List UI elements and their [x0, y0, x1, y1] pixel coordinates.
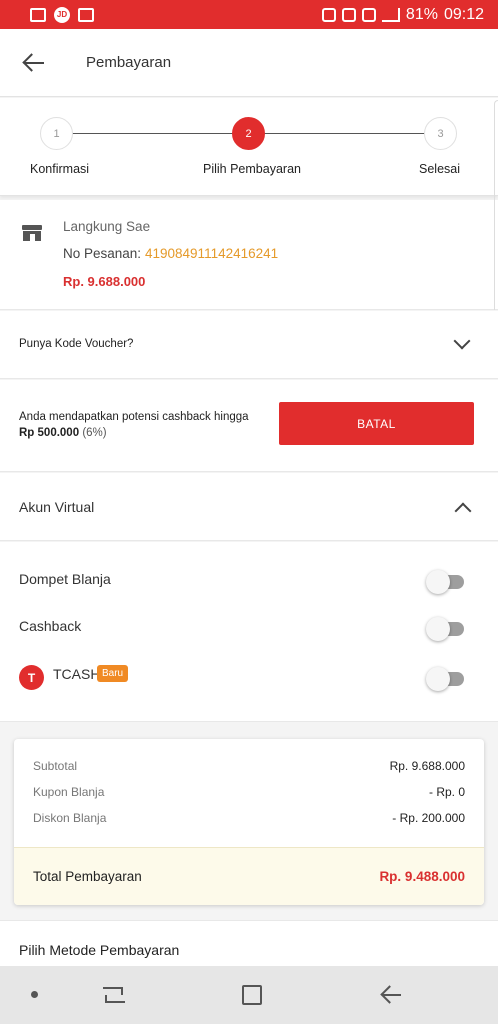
- coupon-value: - Rp. 0: [428, 785, 465, 799]
- recent-apps-icon[interactable]: [103, 985, 125, 1003]
- summary-total-row: Total Pembayaran Rp. 9.488.000: [14, 847, 484, 905]
- new-badge: Baru: [97, 665, 129, 682]
- summary-row-discount: Diskon Blanja - Rp. 200.000: [33, 811, 465, 825]
- total-label: Total Pembayaran: [33, 869, 142, 884]
- voucher-toggle-row[interactable]: Punya Kode Voucher?: [0, 311, 498, 379]
- order-number: 419084911142416241: [145, 246, 279, 261]
- system-icons: 81% 09:12: [321, 5, 484, 24]
- chevron-down-icon[interactable]: [453, 332, 471, 350]
- order-number-label: No Pesanan:: [63, 246, 142, 261]
- alarm-icon: [321, 7, 336, 22]
- scroll-edge: [494, 100, 498, 310]
- store-name: Langkung Sae: [63, 219, 151, 234]
- cashback-text: Anda mendapatkan potensi cashback hingga…: [19, 409, 259, 441]
- checkout-stepper: 1 2 3 Konfirmasi Pilih Pembayaran Selesa…: [0, 98, 498, 196]
- dompet-blanja-label: Dompet Blanja: [19, 571, 111, 587]
- chevron-up-icon[interactable]: [454, 502, 472, 520]
- cashback-toggle[interactable]: [426, 614, 466, 641]
- cashback-label: Cashback: [19, 618, 82, 634]
- store-icon: [22, 225, 42, 241]
- status-bar: JD 81% 09:12: [0, 0, 498, 29]
- home-icon[interactable]: [242, 985, 262, 1005]
- tcash-label: TCASH: [53, 666, 101, 682]
- virtual-account-header[interactable]: Akun Virtual: [0, 473, 498, 541]
- order-info-card: Langkung Sae No Pesanan: 419084911142416…: [0, 200, 498, 310]
- cancel-cashback-button[interactable]: BATAL: [279, 402, 474, 445]
- cashback-description: Anda mendapatkan potensi cashback hingga: [19, 411, 249, 423]
- cashback-section: Anda mendapatkan potensi cashback hingga…: [0, 380, 498, 472]
- list-item-dompet-blanja: Dompet Blanja: [0, 559, 498, 599]
- tcash-toggle[interactable]: [426, 664, 466, 691]
- step-3-circle: 3: [424, 117, 457, 150]
- payment-summary-card: Subtotal Rp. 9.688.000 Kupon Blanja - Rp…: [14, 739, 484, 905]
- list-item-tcash: T TCASH Baru: [0, 656, 498, 696]
- summary-row-coupon: Kupon Blanja - Rp. 0: [33, 785, 465, 799]
- tcash-logo-icon: T: [19, 665, 44, 690]
- step-3-label: Selesai: [419, 162, 460, 176]
- wifi-icon: [341, 7, 356, 22]
- step-1-label: Konfirmasi: [30, 162, 90, 176]
- page-title: Pembayaran: [86, 54, 172, 71]
- battery-level: 81%: [405, 5, 438, 23]
- voucher-label: Punya Kode Voucher?: [19, 338, 134, 350]
- coupon-label: Kupon Blanja: [33, 785, 105, 799]
- dompet-blanja-toggle[interactable]: [426, 567, 466, 594]
- list-item-cashback: Cashback: [0, 606, 498, 646]
- virtual-account-title: Akun Virtual: [19, 499, 95, 515]
- notification-icons: JD: [30, 6, 94, 23]
- gallery-icon: [30, 7, 46, 22]
- summary-row-subtotal: Subtotal Rp. 9.688.000: [33, 759, 465, 773]
- payment-method-section: Pilih Metode Pembayaran: [0, 920, 498, 966]
- virtual-account-list: Dompet Blanja Cashback T TCASH Baru: [0, 542, 498, 722]
- cashback-percent: (6%): [82, 427, 107, 439]
- message-icon: [78, 7, 94, 22]
- cashback-amount: Rp 500.000: [19, 427, 80, 439]
- payment-method-title: Pilih Metode Pembayaran: [19, 942, 180, 958]
- app-header: Pembayaran: [0, 29, 498, 97]
- step-1-circle: 1: [40, 117, 73, 150]
- signal-icon: [381, 7, 400, 22]
- nav-dot-icon[interactable]: [31, 991, 38, 998]
- step-2-circle: 2: [232, 117, 265, 150]
- step-2-label: Pilih Pembayaran: [203, 162, 301, 176]
- back-arrow-icon[interactable]: [22, 51, 46, 75]
- subtotal-label: Subtotal: [33, 759, 78, 773]
- back-icon[interactable]: [380, 985, 402, 1005]
- total-value: Rp. 9.488.000: [379, 869, 465, 884]
- discount-label: Diskon Blanja: [33, 811, 107, 825]
- jd-icon: JD: [54, 6, 70, 23]
- subtotal-value: Rp. 9.688.000: [389, 759, 465, 773]
- discount-value: - Rp. 200.000: [392, 811, 465, 825]
- clock: 09:12: [443, 5, 484, 23]
- system-navigation-bar: [0, 966, 498, 1024]
- order-price: Rp. 9.688.000: [63, 274, 146, 289]
- call-icon: [361, 7, 376, 22]
